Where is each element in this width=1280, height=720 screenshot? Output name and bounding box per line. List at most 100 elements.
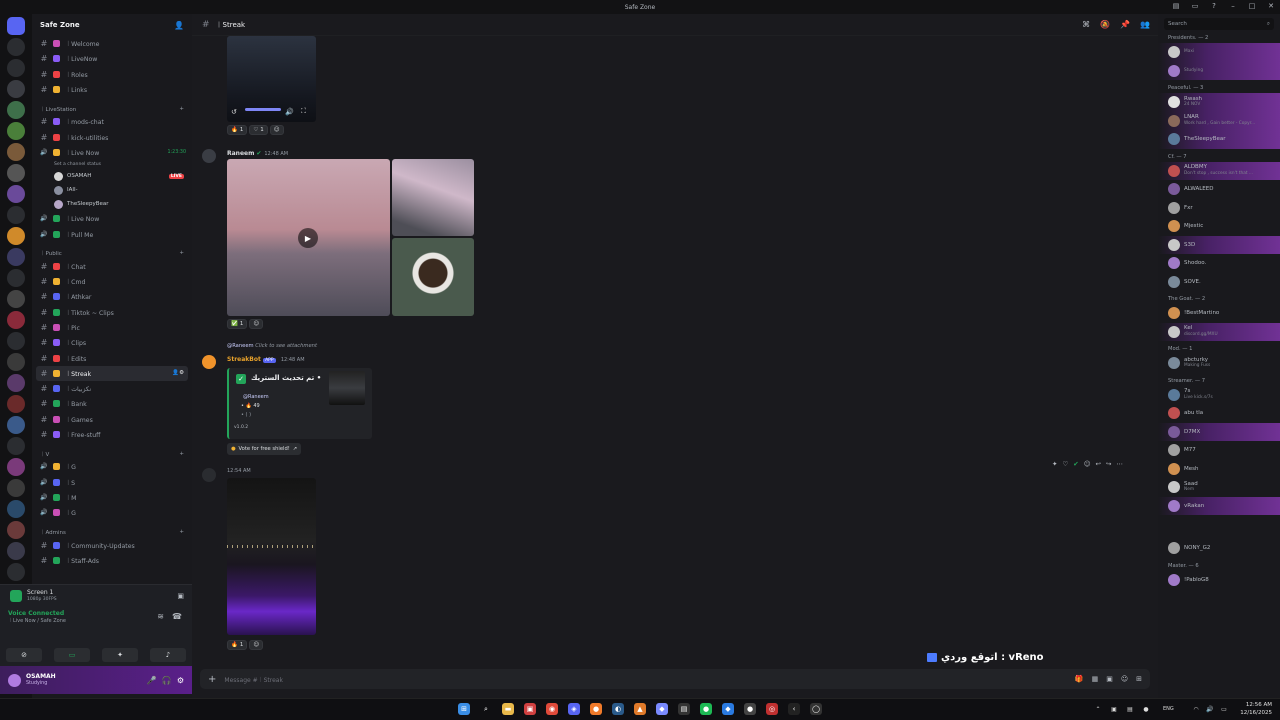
add-channel-icon[interactable]: +	[179, 250, 184, 256]
member-item[interactable]: abcturky Making Fuss	[1158, 354, 1280, 373]
server-icon[interactable]	[7, 521, 25, 539]
search-icon[interactable]: ⌕	[480, 703, 492, 715]
reaction-icon[interactable]: ✦	[1052, 460, 1057, 468]
server-icon[interactable]	[7, 185, 25, 203]
sticker-icon[interactable]: ▣	[1106, 675, 1113, 683]
fullscreen-icon[interactable]: ⛶	[301, 107, 306, 116]
member-item[interactable]: Mesh	[1158, 460, 1280, 479]
category-header[interactable]: ︱V +	[32, 448, 192, 459]
apps-icon[interactable]: ⊞	[1136, 675, 1142, 683]
store-icon[interactable]: ▣	[524, 703, 536, 715]
battery-icon[interactable]: ▭	[1218, 703, 1230, 715]
minimize-icon[interactable]: –	[1228, 1, 1238, 11]
server-header[interactable]: Safe Zone 👤	[32, 14, 192, 36]
steam-icon[interactable]: ◐	[612, 703, 624, 715]
app-icon[interactable]: ●	[744, 703, 756, 715]
member-item[interactable]: Shodoo.	[1158, 254, 1280, 273]
server-icon[interactable]	[7, 101, 25, 119]
server-icon[interactable]	[7, 290, 25, 308]
mic-icon[interactable]: 🎤	[147, 676, 157, 685]
app-icon[interactable]: ‹	[788, 703, 800, 715]
server-icon[interactable]	[7, 479, 25, 497]
file-explorer-icon[interactable]: ▬	[502, 703, 514, 715]
reply-mention[interactable]: @Raneem	[227, 343, 254, 349]
emoji-icon[interactable]: ☺	[1084, 460, 1091, 468]
camera-off-button[interactable]: ⊘	[6, 648, 42, 662]
screen-share-button[interactable]: ▭	[54, 648, 90, 662]
inbox-icon[interactable]: ▤	[1171, 1, 1181, 11]
headphones-icon[interactable]: 🎧	[162, 676, 172, 685]
channel-item[interactable]: 🔊 ︱G	[32, 459, 192, 474]
check-icon[interactable]: ✔	[1073, 460, 1078, 468]
server-icon[interactable]	[7, 17, 25, 35]
server-icon[interactable]	[7, 59, 25, 77]
member-item[interactable]: ALWALEED	[1158, 180, 1280, 199]
channel-item[interactable]: 🔊 ︱M	[32, 490, 192, 505]
server-icon[interactable]	[7, 563, 25, 581]
image-attachment[interactable]	[392, 159, 474, 236]
play-icon[interactable]: ▶	[298, 228, 318, 248]
noise-suppression-icon[interactable]: ≋	[157, 612, 164, 621]
category-header[interactable]: ︱Public +	[32, 248, 192, 259]
heart-icon[interactable]: ♡	[1062, 460, 1068, 468]
server-icon[interactable]	[7, 542, 25, 560]
add-member-icon[interactable]: 👤	[174, 21, 184, 30]
image-attachment[interactable]	[392, 238, 474, 316]
tray-icon[interactable]: ●	[1140, 703, 1152, 715]
avatar[interactable]	[202, 468, 216, 482]
channel-item[interactable]: # ︱نكزبيات	[32, 381, 192, 396]
member-item[interactable]: Mjestic	[1158, 217, 1280, 236]
reaction-chip[interactable]: ✅ 1	[227, 319, 248, 329]
server-icon[interactable]	[7, 311, 25, 329]
wifi-icon[interactable]: ◠	[1190, 703, 1202, 715]
pin-icon[interactable]: 📌	[1120, 20, 1130, 29]
channel-item[interactable]: # ︱Chat	[32, 259, 192, 274]
video-attachment[interactable]: ↺ 🔊 ⛶	[227, 36, 316, 122]
message-composer[interactable]: + Message #︱Streak 🎁 ▦ ▣ ☺ ⊞	[200, 669, 1150, 689]
category-header[interactable]: ︱LiveStation +	[32, 103, 192, 114]
server-icon[interactable]	[7, 332, 25, 350]
channel-item[interactable]: 🔊 ︱Live Now 1:23:30	[32, 145, 192, 160]
voice-user[interactable]: OSAMAH LIVE	[32, 169, 192, 183]
member-item[interactable]: !BestMartino	[1158, 304, 1280, 323]
server-icon[interactable]	[7, 206, 25, 224]
server-icon[interactable]	[7, 416, 25, 434]
server-icon[interactable]	[7, 500, 25, 518]
server-icon[interactable]	[7, 227, 25, 245]
member-item[interactable]: Maxi	[1158, 43, 1280, 62]
channel-item[interactable]: 🔊 ︱Pull Me	[32, 226, 192, 241]
more-icon[interactable]: ⋯	[1116, 460, 1123, 468]
member-item[interactable]: !PabloG8	[1158, 571, 1280, 590]
vote-button[interactable]: ● Vote for free shield! ↗	[227, 443, 302, 455]
channel-item[interactable]: # ︱Free-stuff	[32, 427, 192, 442]
category-header[interactable]: ︱Admins +	[32, 526, 192, 537]
channel-item[interactable]: # ︱LiveNow	[32, 51, 192, 66]
member-item[interactable]: D7MX	[1158, 422, 1280, 441]
server-icon[interactable]	[7, 164, 25, 182]
message-input[interactable]: Message #︱Streak	[224, 675, 283, 684]
add-reaction-icon[interactable]: ☺	[249, 640, 264, 650]
embed-thumbnail[interactable]	[329, 371, 365, 405]
emoji-icon[interactable]: ☺	[1121, 675, 1128, 683]
gift-icon[interactable]: 🎁	[1075, 675, 1084, 683]
app-icon[interactable]: ◯	[810, 703, 822, 715]
reaction-chip[interactable]: 🔥 1	[227, 640, 248, 650]
notifications-icon[interactable]: 🔕	[1100, 20, 1110, 29]
channel-item[interactable]: # ︱mods-chat	[32, 114, 192, 129]
member-item[interactable]: S3D	[1158, 235, 1280, 254]
channel-item[interactable]: # ︱Cmd	[32, 274, 192, 289]
server-icon[interactable]	[7, 122, 25, 140]
tray-icon[interactable]: ▤	[1124, 703, 1136, 715]
add-channel-icon[interactable]: +	[179, 451, 184, 457]
app-icon[interactable]: ◆	[722, 703, 734, 715]
member-item[interactable]: Fxr	[1158, 199, 1280, 218]
message-author[interactable]: StreakBot	[227, 356, 261, 363]
channel-item[interactable]: # ︱Streak 👤⚙	[36, 365, 188, 382]
member-item[interactable]: Studying	[1158, 61, 1280, 80]
gif-icon[interactable]: ▦	[1092, 675, 1099, 683]
stop-stream-icon[interactable]: ▣	[177, 592, 184, 600]
threads-icon[interactable]: ⌘	[1082, 20, 1090, 29]
channel-item[interactable]: # ︱Clips	[32, 335, 192, 350]
attach-icon[interactable]: +	[208, 674, 216, 685]
channel-item[interactable]: 🔊 ︱G	[32, 505, 192, 520]
